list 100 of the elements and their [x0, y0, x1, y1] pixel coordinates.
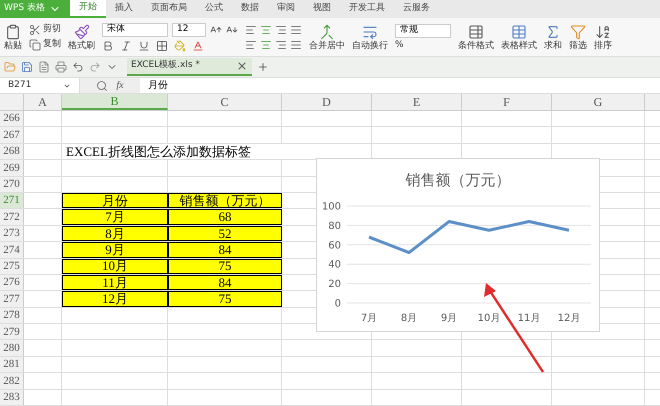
- save-icon[interactable]: [21, 61, 33, 73]
- row-header[interactable]: 268: [0, 144, 24, 160]
- align-left-icon[interactable]: [245, 38, 257, 50]
- menu-tab[interactable]: 插入: [106, 0, 142, 18]
- row-header[interactable]: 273: [0, 226, 24, 242]
- justify-icon[interactable]: [290, 38, 302, 50]
- sum-button[interactable]: 求和: [544, 42, 562, 50]
- column-header[interactable]: C: [168, 94, 282, 110]
- column-header[interactable]: E: [372, 94, 462, 110]
- table-cell: 11月: [62, 274, 168, 290]
- menu-tab[interactable]: 开发工具: [340, 0, 394, 18]
- x-tick-label: 12月: [558, 313, 580, 324]
- menu-tab[interactable]: 数据: [232, 0, 268, 18]
- print-icon[interactable]: [55, 61, 67, 73]
- paste-icon[interactable]: [5, 24, 21, 40]
- x-tick-label: 9月: [440, 313, 458, 324]
- align-right-icon[interactable]: [275, 24, 287, 36]
- font-name-field[interactable]: 宋体: [102, 22, 168, 36]
- table-icon[interactable]: [511, 24, 527, 40]
- y-tick-label: 0: [334, 298, 341, 310]
- formula-field[interactable]: 月份: [140, 78, 660, 93]
- sort-button[interactable]: 排序: [594, 42, 612, 50]
- border-icon[interactable]: [156, 40, 168, 52]
- number-format-field[interactable]: 常规: [395, 24, 451, 38]
- menu-tab[interactable]: 开始: [70, 0, 106, 18]
- merge-icon[interactable]: [319, 24, 335, 40]
- grow-font-icon[interactable]: [210, 24, 222, 36]
- percent-button[interactable]: %: [395, 41, 451, 50]
- row-header[interactable]: 276: [0, 274, 24, 290]
- sort-icon[interactable]: [595, 24, 611, 40]
- copy-button[interactable]: 复制: [43, 40, 61, 49]
- merge-center-button[interactable]: 合并居中: [309, 42, 345, 50]
- zoom-icon[interactable]: [96, 80, 108, 92]
- filter-icon[interactable]: [570, 24, 586, 40]
- table-cell: 10月: [62, 258, 168, 274]
- row-header[interactable]: 270: [0, 176, 24, 192]
- table-cell: 52: [168, 226, 282, 242]
- document-icon[interactable]: [38, 61, 50, 73]
- document-tab[interactable]: EXCEL模板.xls *: [127, 58, 252, 76]
- menu-tab[interactable]: 公式: [196, 0, 232, 18]
- row-header[interactable]: 279: [0, 324, 24, 340]
- folder-icon[interactable]: [4, 61, 16, 73]
- row-header[interactable]: 282: [0, 373, 24, 389]
- row-header[interactable]: 283: [0, 390, 24, 406]
- italic-icon[interactable]: [120, 40, 132, 52]
- row-header[interactable]: 278: [0, 308, 24, 324]
- row-header[interactable]: 277: [0, 291, 24, 307]
- row-header[interactable]: 281: [0, 356, 24, 372]
- filter-button[interactable]: 筛选: [569, 42, 587, 50]
- copy-icon[interactable]: [29, 38, 41, 50]
- table-cell: 销售额（万元）: [168, 192, 282, 208]
- column-header[interactable]: B: [62, 94, 168, 110]
- row-header[interactable]: 271: [0, 192, 24, 208]
- menu-tab[interactable]: 审阅: [268, 0, 304, 18]
- sheet-title: EXCEL折线图怎么添加数据标签: [65, 142, 252, 161]
- column-header[interactable]: G: [552, 94, 645, 110]
- align-left-icon[interactable]: [245, 24, 257, 36]
- table-icon[interactable]: [468, 24, 484, 40]
- cut-button[interactable]: 剪切: [43, 25, 61, 34]
- row-header[interactable]: 269: [0, 160, 24, 176]
- function-button[interactable]: fx: [116, 78, 124, 93]
- row-header[interactable]: 274: [0, 242, 24, 258]
- format-painter-button[interactable]: 格式刷: [68, 42, 95, 50]
- undo-icon[interactable]: [72, 61, 84, 73]
- row-header[interactable]: 280: [0, 340, 24, 356]
- font-size-field[interactable]: 12: [172, 22, 206, 36]
- y-tick-label: 80: [328, 220, 341, 232]
- align-center-icon[interactable]: [260, 38, 272, 50]
- format-painter-icon[interactable]: [74, 24, 90, 40]
- cut-icon[interactable]: [29, 24, 41, 36]
- row-header[interactable]: 275: [0, 258, 24, 274]
- y-tick-label: 60: [328, 240, 341, 252]
- table-style-button[interactable]: 表格样式: [501, 42, 537, 50]
- redo-icon[interactable]: [89, 61, 101, 73]
- fill-color-icon[interactable]: [174, 40, 186, 52]
- font-color-icon[interactable]: [192, 40, 204, 52]
- paste-button[interactable]: 粘贴: [4, 42, 22, 50]
- conditional-format-button[interactable]: 条件格式: [458, 42, 494, 50]
- align-right-icon[interactable]: [275, 38, 287, 50]
- table-cell: 9月: [62, 242, 168, 258]
- row-header[interactable]: 267: [0, 127, 24, 143]
- column-header[interactable]: D: [282, 94, 372, 110]
- close-icon[interactable]: [236, 60, 248, 72]
- shrink-font-icon[interactable]: [226, 24, 238, 36]
- bold-icon[interactable]: [102, 40, 114, 52]
- new-tab-icon[interactable]: [257, 61, 269, 73]
- table-cell: 75: [168, 258, 282, 274]
- justify-icon[interactable]: [290, 24, 302, 36]
- row-header[interactable]: 272: [0, 209, 24, 225]
- wrap-text-button[interactable]: 自动换行: [352, 42, 388, 50]
- underline-icon[interactable]: [138, 40, 150, 52]
- x-tick-label: 8月: [400, 313, 418, 324]
- column-header[interactable]: F: [462, 94, 552, 110]
- menu-tab[interactable]: 页面布局: [142, 0, 196, 18]
- row-header[interactable]: 266: [0, 111, 24, 126]
- table-cell: 8月: [62, 226, 168, 242]
- menu-tab[interactable]: 视图: [304, 0, 340, 18]
- menu-tab[interactable]: 云服务: [394, 0, 439, 18]
- align-center-icon[interactable]: [260, 24, 272, 36]
- x-tick-label: 11月: [518, 313, 540, 324]
